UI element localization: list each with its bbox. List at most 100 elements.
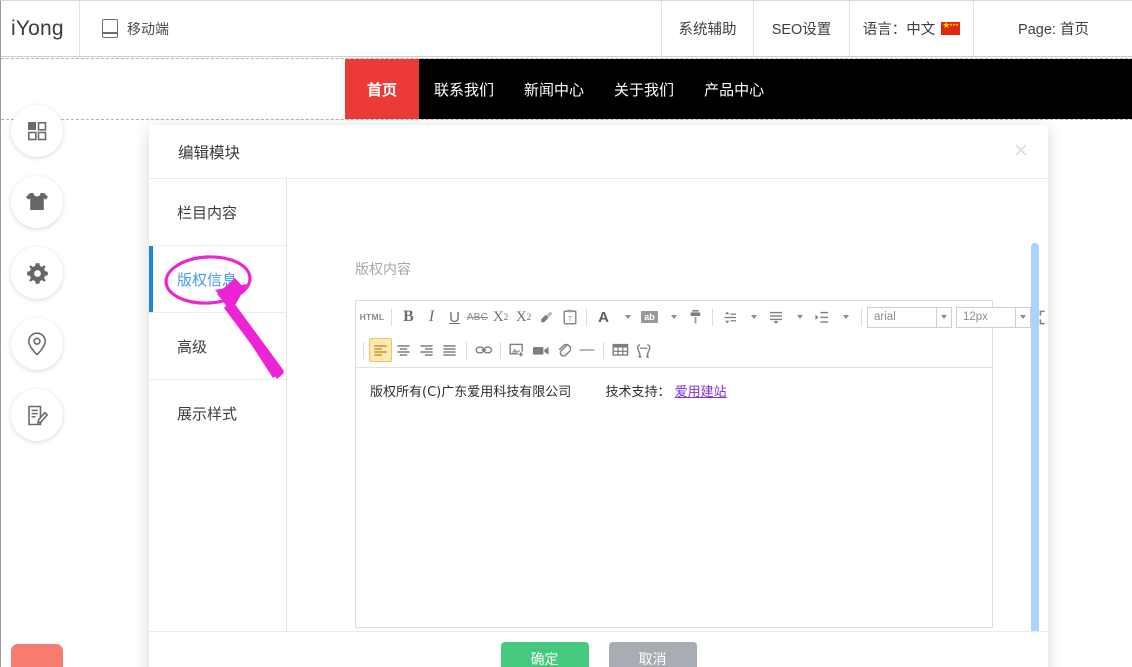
align-right-icon[interactable] bbox=[415, 338, 438, 362]
site-nav-editable-zone: 首页 联系我们 新闻中心 关于我们 产品中心 bbox=[1, 58, 1132, 120]
cancel-button[interactable]: 取消 bbox=[608, 641, 697, 667]
chevron-down-icon bbox=[936, 307, 951, 327]
subscript-icon[interactable]: X2 bbox=[512, 305, 535, 329]
nav-item-product[interactable]: 产品中心 bbox=[689, 59, 779, 119]
system-helper-button[interactable]: 系统辅助 bbox=[661, 1, 753, 56]
background-color-icon[interactable]: ab bbox=[638, 305, 661, 329]
language-label: 语言：中文 bbox=[862, 22, 936, 38]
seo-settings-button[interactable]: SEO设置 bbox=[753, 1, 849, 56]
font-color-icon[interactable]: A bbox=[592, 305, 615, 329]
nav-item-news[interactable]: 新闻中心 bbox=[509, 59, 599, 119]
dock-button-location[interactable] bbox=[11, 318, 63, 370]
language-selector[interactable]: 语言：中文 bbox=[849, 1, 973, 56]
strikethrough-icon[interactable]: ABC bbox=[466, 305, 489, 329]
brand-logo[interactable]: iYong bbox=[1, 1, 79, 56]
italic-icon[interactable]: I bbox=[420, 305, 443, 329]
editor-content-area[interactable]: 版权所有(C)广东爱用科技有限公司 技术支持： 爱用建站 bbox=[356, 369, 992, 627]
editor-toolbar-row-2 bbox=[356, 333, 992, 368]
rich-text-editor: HTML B I U ABC X2 X2 T A ab arial 12px 版… bbox=[355, 300, 1045, 628]
toolbar-divider bbox=[586, 308, 587, 326]
paragraph-spacing-dropdown-icon[interactable] bbox=[787, 305, 810, 329]
toolbar-divider bbox=[500, 341, 501, 359]
align-justify-icon[interactable] bbox=[438, 338, 461, 362]
toolbar-divider bbox=[391, 308, 392, 326]
modal-footer: 确定 取消 bbox=[149, 631, 1048, 667]
copyright-content-line: 版权所有(C)广东爱用科技有限公司 技术支持： 爱用建站 bbox=[370, 381, 978, 400]
chevron-down-icon bbox=[1015, 307, 1030, 327]
paragraph-spacing-icon[interactable] bbox=[764, 305, 787, 329]
insert-map-icon[interactable] bbox=[632, 338, 655, 362]
top-header-bar: iYong 移动端 系统辅助 SEO设置 语言：中文 Page: 首页 bbox=[1, 1, 1132, 57]
tab-advanced[interactable]: 高级 bbox=[149, 313, 286, 380]
red-action-icon[interactable] bbox=[11, 644, 63, 667]
align-left-icon[interactable] bbox=[369, 338, 392, 362]
superscript-icon[interactable]: X2 bbox=[489, 305, 512, 329]
dock-button-settings[interactable] bbox=[11, 247, 63, 299]
tab-display-style[interactable]: 展示样式 bbox=[149, 380, 286, 447]
dock-button-theme[interactable] bbox=[11, 176, 63, 228]
font-size-select[interactable]: 12px bbox=[956, 306, 1031, 328]
line-height-dropdown-icon[interactable] bbox=[741, 305, 764, 329]
toolbar-divider bbox=[466, 341, 467, 359]
left-tool-dock bbox=[11, 105, 65, 441]
support-link[interactable]: 爱用建站 bbox=[675, 385, 727, 400]
indent-icon[interactable] bbox=[810, 305, 833, 329]
tab-column-content[interactable]: 栏目内容 bbox=[149, 179, 286, 246]
gear-settings-icon bbox=[26, 262, 49, 285]
font-family-select[interactable]: arial bbox=[867, 306, 952, 328]
modal-tab-rail: 栏目内容 版权信息 高级 展示样式 bbox=[149, 179, 287, 631]
paste-as-text-icon[interactable]: T bbox=[558, 305, 581, 329]
confirm-button[interactable]: 确定 bbox=[500, 641, 589, 667]
horizontal-rule-icon[interactable] bbox=[575, 338, 598, 362]
support-label: 技术支持： bbox=[605, 385, 671, 400]
format-brush-icon[interactable] bbox=[684, 305, 707, 329]
attachment-icon[interactable] bbox=[552, 338, 575, 362]
insert-table-icon[interactable] bbox=[609, 338, 632, 362]
toolbar-divider bbox=[861, 308, 862, 326]
nav-item-home[interactable]: 首页 bbox=[345, 59, 420, 119]
copyright-text: 版权所有(C)广东爱用科技有限公司 bbox=[370, 385, 572, 400]
copyright-settings-pane: 版权内容 HTML B I U ABC X2 X2 T A ab arial 1… bbox=[288, 179, 1048, 631]
modal-scrollbar-thumb[interactable] bbox=[1031, 243, 1039, 645]
mobile-preview-label: 移动端 bbox=[127, 20, 169, 37]
line-height-icon[interactable] bbox=[718, 305, 741, 329]
dock-button-edit[interactable] bbox=[11, 389, 63, 441]
editor-toolbar-row-1: HTML B I U ABC X2 X2 T A ab arial 12px bbox=[356, 301, 1045, 333]
close-icon[interactable]: ✕ bbox=[1008, 138, 1034, 164]
dock-button-modules[interactable] bbox=[11, 105, 63, 157]
modal-body: 栏目内容 版权信息 高级 展示样式 版权内容 HTML B I U ABC X … bbox=[149, 179, 1048, 667]
copyright-content-label: 版权内容 bbox=[355, 261, 411, 277]
header-spacer bbox=[187, 1, 661, 56]
mobile-preview-button[interactable]: 移动端 bbox=[80, 1, 187, 56]
underline-icon[interactable]: U bbox=[443, 305, 466, 329]
modal-scrollbar-track[interactable] bbox=[1031, 243, 1039, 667]
edit-document-icon bbox=[26, 404, 49, 427]
svg-text:T: T bbox=[567, 316, 571, 323]
toolbar-divider bbox=[712, 308, 713, 326]
align-center-icon[interactable] bbox=[392, 338, 415, 362]
background-color-dropdown-icon[interactable] bbox=[661, 305, 684, 329]
tab-copyright-info[interactable]: 版权信息 bbox=[149, 246, 286, 313]
app-root: iYong 移动端 系统辅助 SEO设置 语言：中文 Page: 首页 首页 联… bbox=[0, 0, 1132, 667]
tshirt-theme-icon bbox=[25, 191, 49, 213]
china-flag-icon bbox=[941, 19, 961, 35]
remove-format-eraser-icon[interactable] bbox=[535, 305, 558, 329]
font-color-dropdown-icon[interactable] bbox=[615, 305, 638, 329]
toolbar-divider bbox=[363, 341, 364, 359]
site-nav-bar: 首页 联系我们 新闻中心 关于我们 产品中心 bbox=[345, 59, 1132, 119]
nav-item-contact[interactable]: 联系我们 bbox=[419, 59, 509, 119]
insert-link-icon[interactable] bbox=[472, 338, 495, 362]
bold-icon[interactable]: B bbox=[397, 305, 420, 329]
edit-module-modal: 编辑模块 ✕ 栏目内容 版权信息 高级 展示样式 版权内容 HTML B I U… bbox=[149, 125, 1048, 667]
nav-item-about[interactable]: 关于我们 bbox=[599, 59, 689, 119]
modal-header: 编辑模块 ✕ bbox=[149, 125, 1048, 179]
page-selector[interactable]: Page: 首页 bbox=[973, 1, 1132, 56]
map-pin-icon bbox=[27, 332, 47, 356]
toolbar-divider bbox=[603, 341, 604, 359]
insert-video-icon[interactable] bbox=[529, 338, 552, 362]
insert-image-icon[interactable] bbox=[506, 338, 529, 362]
html-source-icon[interactable]: HTML bbox=[358, 305, 386, 329]
indent-dropdown-icon[interactable] bbox=[833, 305, 856, 329]
tablet-icon bbox=[102, 19, 118, 38]
font-size-value: 12px bbox=[963, 311, 988, 323]
